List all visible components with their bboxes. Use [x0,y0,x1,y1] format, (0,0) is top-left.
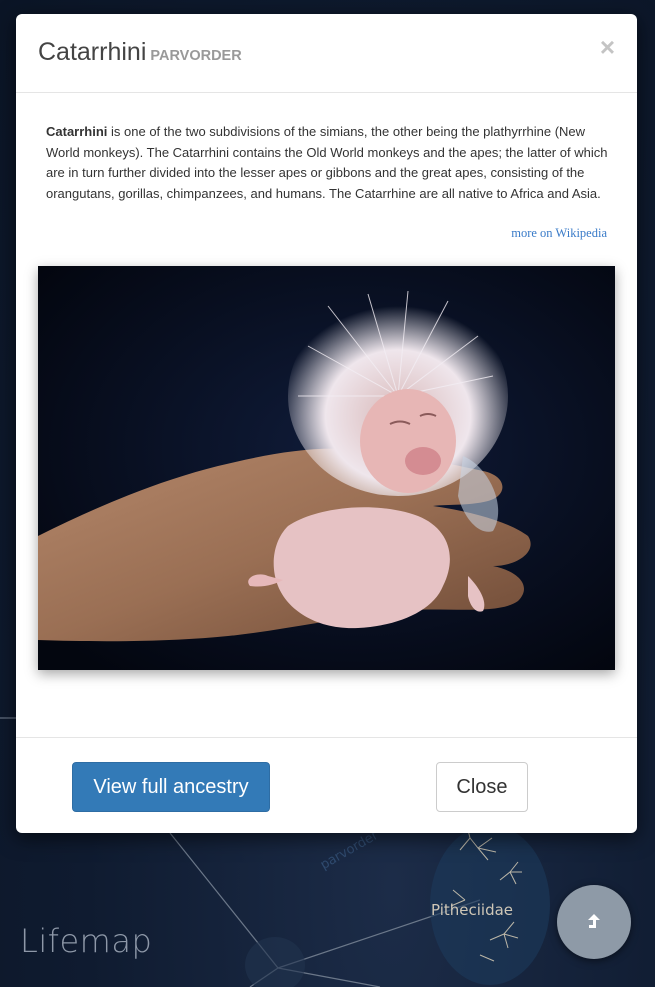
share-arrow-icon [588,914,600,928]
modal-title: Catarrhini PARVORDER [38,38,242,67]
taxon-info-modal: Catarrhini PARVORDER × Catarrhini is one … [16,14,637,833]
description-text: is one of the two subdivisions of the si… [46,124,608,202]
taxon-label-pitheciidae[interactable]: Pitheciidae [431,901,513,919]
modal-body: Catarrhini is one of the two subdivision… [16,93,637,737]
wikipedia-link[interactable]: more on Wikipedia [511,226,607,241]
modal-footer: View full ancestry Close [16,737,637,833]
close-icon[interactable]: × [600,34,615,60]
brand-logo: Lifemap [20,922,153,960]
modal-header: Catarrhini PARVORDER × [16,14,637,93]
description-term: Catarrhini [46,124,108,139]
taxon-rank: PARVORDER [150,48,242,64]
taxon-name: Catarrhini [38,38,147,66]
close-button[interactable]: Close [436,762,528,812]
taxon-description: Catarrhini is one of the two subdivision… [46,122,611,205]
share-button[interactable] [557,885,631,959]
taxon-photo [38,266,615,670]
view-full-ancestry-button[interactable]: View full ancestry [72,762,270,812]
